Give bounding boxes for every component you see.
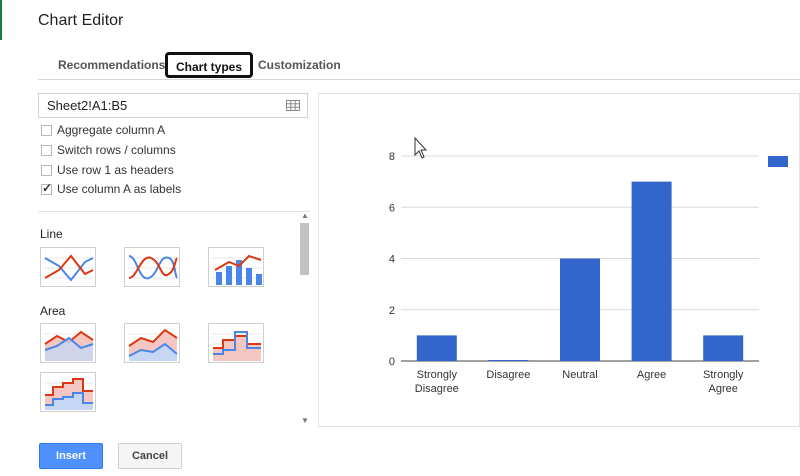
stepped-area-chart-icon[interactable] (208, 323, 264, 363)
option-row1-headers[interactable]: Use row 1 as headers (41, 163, 174, 177)
option-aggregate-label: Aggregate column A (57, 123, 166, 137)
x-tick-label: Neutral (562, 369, 597, 381)
spreadsheet-edge (0, 0, 2, 40)
bar-chart: 0 2 4 6 8 Strongly Disagree Disagree Neutral Agr… (389, 136, 788, 395)
checkbox-aggregate[interactable] (41, 125, 52, 136)
option-switch-label: Switch rows / columns (57, 143, 176, 157)
x-tick-label: Agree (637, 369, 666, 381)
checkbox-colA-labels[interactable] (41, 181, 52, 195)
x-tick-label: Strongly Agree (703, 369, 744, 395)
y-tick-label: 8 (389, 151, 395, 163)
x-tick-label: Disagree (486, 369, 530, 381)
select-range-grid-icon[interactable] (286, 100, 300, 111)
tab-customization[interactable]: Customization (258, 52, 341, 79)
y-tick-label: 2 (389, 305, 395, 317)
editor-tabs: Recommendations Chart types Customizatio… (38, 52, 800, 80)
checkbox-row1-headers[interactable] (41, 165, 52, 176)
option-switch-rows-columns[interactable]: Switch rows / columns (41, 143, 176, 157)
checkbox-switch-rows-columns[interactable] (41, 145, 52, 156)
bar-1[interactable] (488, 360, 529, 361)
tab-chart-types[interactable]: Chart types (165, 52, 254, 78)
bar-2[interactable] (560, 258, 600, 362)
option-colA-label: Use column A as labels (57, 182, 182, 196)
dialog-title: Chart Editor (38, 12, 124, 29)
line-chart-icon[interactable] (40, 247, 96, 287)
bar-3[interactable] (631, 181, 672, 361)
scroll-down-icon[interactable]: ▼ (301, 416, 309, 425)
bar-4[interactable] (703, 335, 744, 361)
data-range-value: Sheet2!A1:B5 (47, 98, 128, 113)
area-chart-icon[interactable] (40, 323, 96, 363)
chart-type-list: Line Area (38, 211, 311, 429)
option-row1-label: Use row 1 as headers (57, 163, 174, 177)
y-tick-label: 0 (389, 356, 395, 368)
cancel-button[interactable]: Cancel (118, 443, 182, 469)
tab-recommendations[interactable]: Recommendations (58, 52, 165, 79)
x-tick-label: Strongly Disagree (415, 369, 459, 395)
chart-preview: 0 2 4 6 8 Strongly Disagree Disagree Neutral Agr… (318, 93, 800, 427)
y-tick-label: 4 (389, 254, 395, 266)
section-line-label: Line (40, 227, 63, 241)
smooth-line-chart-icon[interactable] (124, 247, 180, 287)
mouse-cursor-icon (414, 136, 428, 159)
stacked-stepped-area-chart-icon[interactable] (40, 372, 96, 412)
chart-type-scrollbar[interactable]: ▲ ▼ (299, 211, 310, 428)
scrollbar-thumb[interactable] (300, 223, 309, 275)
data-range-input[interactable]: Sheet2!A1:B5 (38, 93, 308, 118)
bar-0[interactable] (416, 335, 457, 361)
insert-button[interactable]: Insert (39, 443, 103, 469)
option-aggregate[interactable]: Aggregate column A (41, 123, 165, 137)
option-colA-labels[interactable]: Use column A as labels (41, 181, 182, 196)
stacked-area-chart-icon[interactable] (124, 323, 180, 363)
y-tick-label: 6 (389, 202, 395, 214)
combo-chart-icon[interactable] (208, 247, 264, 287)
scroll-up-icon[interactable]: ▲ (301, 211, 309, 220)
legend-swatch (768, 156, 788, 167)
section-area-label: Area (40, 304, 66, 318)
